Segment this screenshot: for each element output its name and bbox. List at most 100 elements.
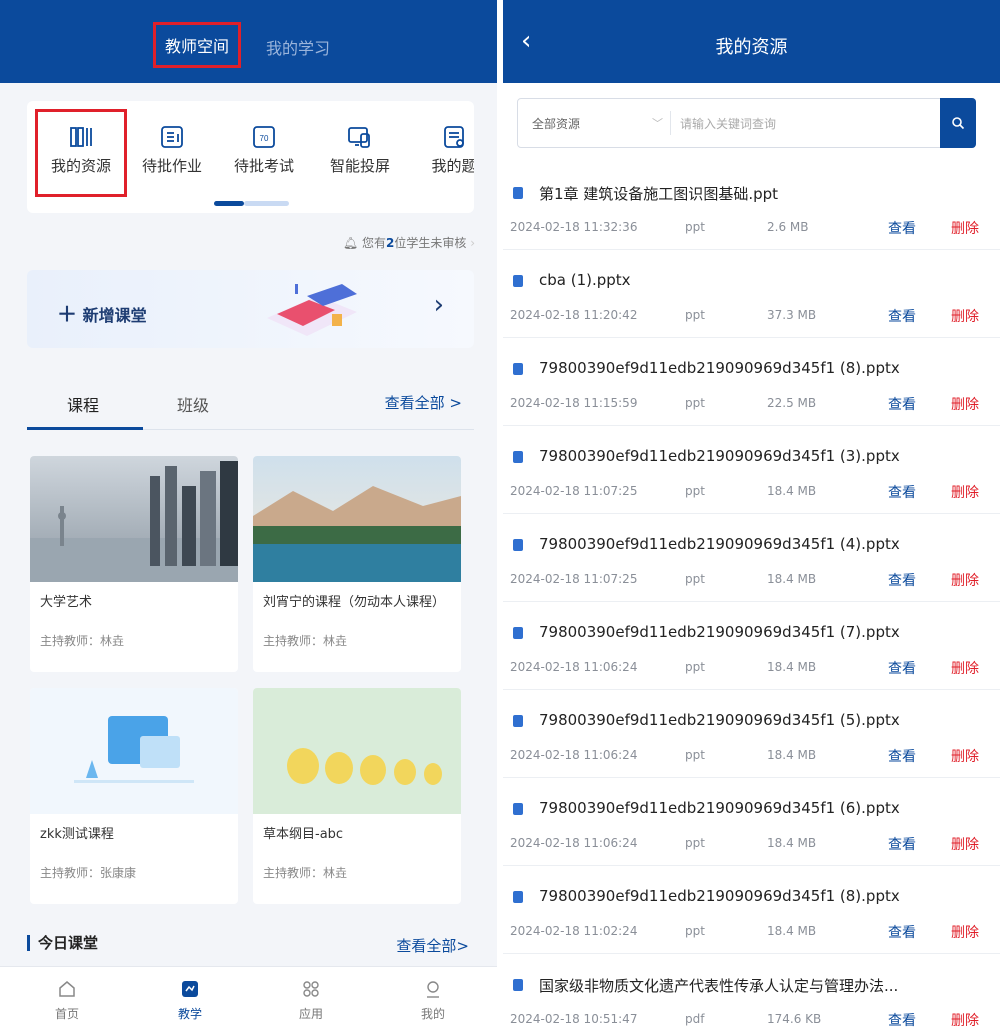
delete-button[interactable]: 删除 <box>951 570 979 590</box>
file-type: ppt <box>685 836 705 850</box>
search-icon <box>952 117 965 130</box>
search-input[interactable]: 请输入关键词查询 <box>680 115 776 132</box>
file-name: 第1章 建筑设备施工图识图基础.ppt <box>539 185 779 203</box>
file-name: 79800390ef9d11edb219090969d345f1 (5).ppt… <box>539 711 900 729</box>
quick-pending-homework[interactable]: 待批作业 <box>127 125 217 176</box>
apps-icon <box>303 981 319 997</box>
see-all-courses-link[interactable]: 查看全部 > <box>385 392 462 413</box>
resource-row[interactable]: 79800390ef9d11edb219090969d345f1 (8).ppt… <box>503 866 1000 954</box>
file-type: ppt <box>685 924 705 938</box>
file-date: 2024-02-18 11:06:24 <box>510 836 638 850</box>
course-title: 刘宵宁的课程（勿动本人课程） <box>263 595 446 610</box>
tab-my-study[interactable]: 我的学习 <box>266 35 330 59</box>
nav-teaching[interactable]: 教学 <box>160 979 220 1022</box>
delete-button[interactable]: 删除 <box>951 218 979 238</box>
course-card[interactable]: 刘宵宁的课程（勿动本人课程） 主持教师：林垚 <box>253 456 461 672</box>
quick-my-questions[interactable]: 我的题 <box>409 125 474 176</box>
resource-row[interactable]: 国家级非物质文化遗产代表性传承人认定与管理办法... 2024-02-18 10:… <box>503 954 1000 1036</box>
view-button[interactable]: 查看 <box>888 1010 916 1030</box>
delete-button[interactable]: 删除 <box>951 658 979 678</box>
nav-apps[interactable]: 应用 <box>281 979 341 1022</box>
resource-row[interactable]: 79800390ef9d11edb219090969d345f1 (7).ppt… <box>503 602 1000 690</box>
bottom-navigation: 首页 教学 应用 我的 <box>0 966 497 1036</box>
nav-label: 教学 <box>177 1007 202 1021</box>
file-date: 2024-02-18 11:02:24 <box>510 924 638 938</box>
course-card[interactable]: 大学艺术 主持教师：林垚 <box>30 456 238 672</box>
file-icon <box>513 803 523 815</box>
nav-label: 应用 <box>298 1007 323 1021</box>
file-icon <box>513 539 523 551</box>
file-name: 79800390ef9d11edb219090969d345f1 (4).ppt… <box>539 535 900 553</box>
delete-button[interactable]: 删除 <box>951 394 979 414</box>
new-class-banner[interactable]: ＋ 新增课堂 › <box>27 270 474 348</box>
quick-label: 我的题 <box>431 157 474 175</box>
quick-label: 待批作业 <box>141 157 202 175</box>
file-icon <box>513 627 523 639</box>
quick-my-resources[interactable]: 我的资源 <box>36 125 126 176</box>
course-title: 草本纲目-abc <box>263 827 344 842</box>
resource-row[interactable]: 79800390ef9d11edb219090969d345f1 (5).ppt… <box>503 690 1000 778</box>
left-header: 教师空间 我的学习 <box>0 0 497 83</box>
question-bank-icon <box>444 126 464 148</box>
view-button[interactable]: 查看 <box>888 570 916 590</box>
quick-smart-cast[interactable]: 智能投屏 <box>315 125 405 176</box>
file-name: 79800390ef9d11edb219090969d345f1 (6).ppt… <box>539 799 900 817</box>
resource-row[interactable]: 79800390ef9d11edb219090969d345f1 (3).ppt… <box>503 426 1000 514</box>
chevron-right-icon: › <box>433 290 444 320</box>
view-button[interactable]: 查看 <box>888 306 916 326</box>
file-icon <box>513 363 523 375</box>
page-title: 我的资源 <box>715 37 788 58</box>
tab-teacher-space[interactable]: 教师空间 <box>153 22 242 68</box>
quick-pending-exam[interactable]: 70 待批考试 <box>219 125 309 176</box>
view-button[interactable]: 查看 <box>888 218 916 238</box>
file-size: 18.4 MB <box>767 660 817 674</box>
nav-home[interactable]: 首页 <box>37 979 97 1022</box>
resource-row[interactable]: 79800390ef9d11edb219090969d345f1 (6).ppt… <box>503 778 1000 866</box>
delete-button[interactable]: 删除 <box>951 306 979 326</box>
delete-button[interactable]: 删除 <box>951 746 979 766</box>
resource-row[interactable]: 79800390ef9d11edb219090969d345f1 (4).ppt… <box>503 514 1000 602</box>
resource-row[interactable]: cba (1).pptx 2024-02-18 11:20:42 ppt 37.3 M… <box>503 250 1000 338</box>
view-button[interactable]: 查看 <box>888 834 916 854</box>
view-button[interactable]: 查看 <box>888 482 916 502</box>
view-button[interactable]: 查看 <box>888 746 916 766</box>
course-cover-image <box>30 456 238 582</box>
view-button[interactable]: 查看 <box>888 658 916 678</box>
course-cover-image <box>253 456 461 582</box>
course-card[interactable]: 草本纲目-abc 主持教师：林垚 <box>253 688 461 904</box>
file-type: ppt <box>685 220 705 234</box>
course-card[interactable]: zkk测试课程 主持教师：张康康 <box>30 688 238 904</box>
course-title: 大学艺术 <box>40 595 93 610</box>
file-size: 18.4 MB <box>767 924 817 938</box>
file-size: 22.5 MB <box>767 396 817 410</box>
view-button[interactable]: 查看 <box>888 394 916 414</box>
my-resources-panel: ‹ 我的资源 全部资源 ﹀ 请输入关键词查询 第1章 建筑设备施工图识图基础.p… <box>503 0 1000 1036</box>
course-teacher: 主持教师：林垚 <box>40 634 125 648</box>
tab-classes[interactable]: 班级 <box>177 392 209 416</box>
search-button[interactable] <box>940 98 976 148</box>
file-name: 79800390ef9d11edb219090969d345f1 (8).ppt… <box>539 359 900 377</box>
view-button[interactable]: 查看 <box>888 922 916 942</box>
teaching-icon <box>182 981 198 997</box>
tab-courses[interactable]: 课程 <box>67 392 99 416</box>
resource-row[interactable]: 79800390ef9d11edb219090969d345f1 (8).ppt… <box>503 338 1000 426</box>
classroom-illustration <box>267 284 357 336</box>
see-all-today-link[interactable]: 查看全部> <box>396 935 469 956</box>
resource-filter-select[interactable]: 全部资源 <box>532 115 580 132</box>
notice-suffix: 位学生未审核 <box>394 236 467 250</box>
pending-students-notice[interactable]: 🔔︎ 您有2位学生未审核 › <box>343 234 475 251</box>
nav-label: 我的 <box>420 1007 445 1021</box>
delete-button[interactable]: 删除 <box>951 482 979 502</box>
library-icon <box>70 127 92 147</box>
file-type: ppt <box>685 308 705 322</box>
file-date: 2024-02-18 11:07:25 <box>510 572 638 586</box>
file-date: 2024-02-18 11:06:24 <box>510 748 638 762</box>
file-type: ppt <box>685 484 705 498</box>
delete-button[interactable]: 删除 <box>951 834 979 854</box>
delete-button[interactable]: 删除 <box>951 922 979 942</box>
course-title: zkk测试课程 <box>40 827 114 842</box>
delete-button[interactable]: 删除 <box>951 1010 979 1030</box>
nav-mine[interactable]: 我的 <box>403 979 463 1022</box>
resource-row[interactable]: 第1章 建筑设备施工图识图基础.ppt 2024-02-18 11:32:36 pp… <box>503 162 1000 250</box>
file-icon <box>513 275 523 287</box>
